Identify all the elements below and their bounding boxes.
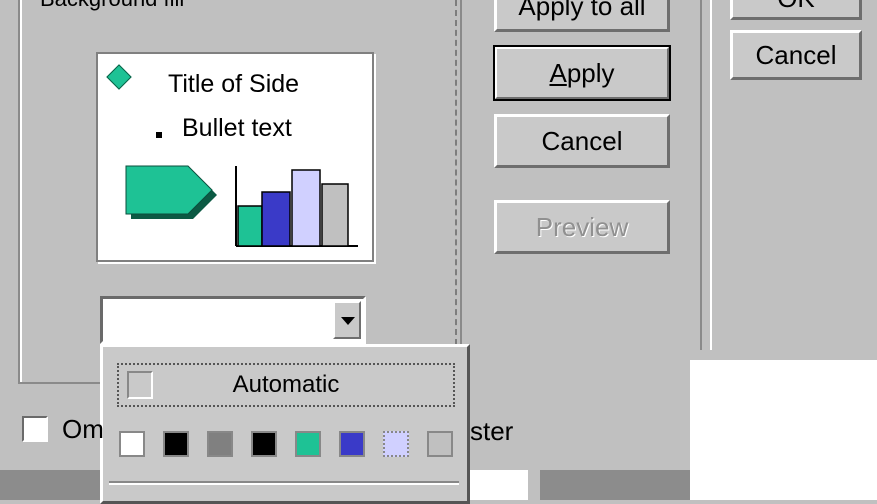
bottom-strip	[0, 470, 100, 500]
preview-button[interactable]: Preview	[494, 200, 670, 254]
background-area	[690, 360, 877, 500]
bottom-strip-light	[470, 470, 528, 500]
apply-button[interactable]: Apply	[493, 45, 671, 101]
arrow-shape-icon	[125, 165, 217, 219]
color-dropdown: Automatic	[100, 344, 470, 504]
swatch-black-2[interactable]	[251, 431, 277, 457]
automatic-label: Automatic	[232, 371, 340, 398]
automatic-option[interactable]: Automatic	[117, 363, 455, 407]
preview-title: Title of Side	[168, 70, 300, 98]
bottom-strip-2	[540, 470, 690, 500]
cancel-right-button[interactable]: Cancel	[730, 30, 862, 80]
swatch-blue[interactable]	[339, 431, 365, 457]
master-label: ster	[470, 416, 514, 446]
fill-color-combo[interactable]	[100, 296, 366, 344]
swatch-silver[interactable]	[427, 431, 453, 457]
omit-checkbox[interactable]	[22, 416, 48, 442]
preview-bullet-text: Bullet text	[182, 114, 292, 142]
swatch-white[interactable]	[119, 431, 145, 457]
apply-to-all-button[interactable]: Apply to all	[494, 0, 670, 32]
vertical-separator	[700, 0, 712, 350]
apply-label: Apply	[549, 57, 615, 88]
bar-chart-icon	[235, 166, 358, 247]
dashed-separator	[455, 0, 457, 355]
popup-divider	[109, 481, 459, 485]
bullet-dot-icon	[156, 132, 162, 138]
omit-label: Om	[62, 414, 104, 444]
chevron-down-icon[interactable]	[333, 301, 361, 339]
swatch-gray[interactable]	[207, 431, 233, 457]
swatch-black[interactable]	[163, 431, 189, 457]
group-title: Background fill	[36, 0, 189, 12]
cancel-button[interactable]: Cancel	[494, 114, 670, 168]
swatch-lavender[interactable]	[383, 431, 409, 457]
diamond-bullet-icon	[106, 64, 132, 90]
swatch-green[interactable]	[295, 431, 321, 457]
slide-preview: Title of Side Bullet text	[96, 52, 374, 262]
ok-button[interactable]: OK	[730, 0, 862, 20]
automatic-swatch-icon	[127, 371, 153, 399]
